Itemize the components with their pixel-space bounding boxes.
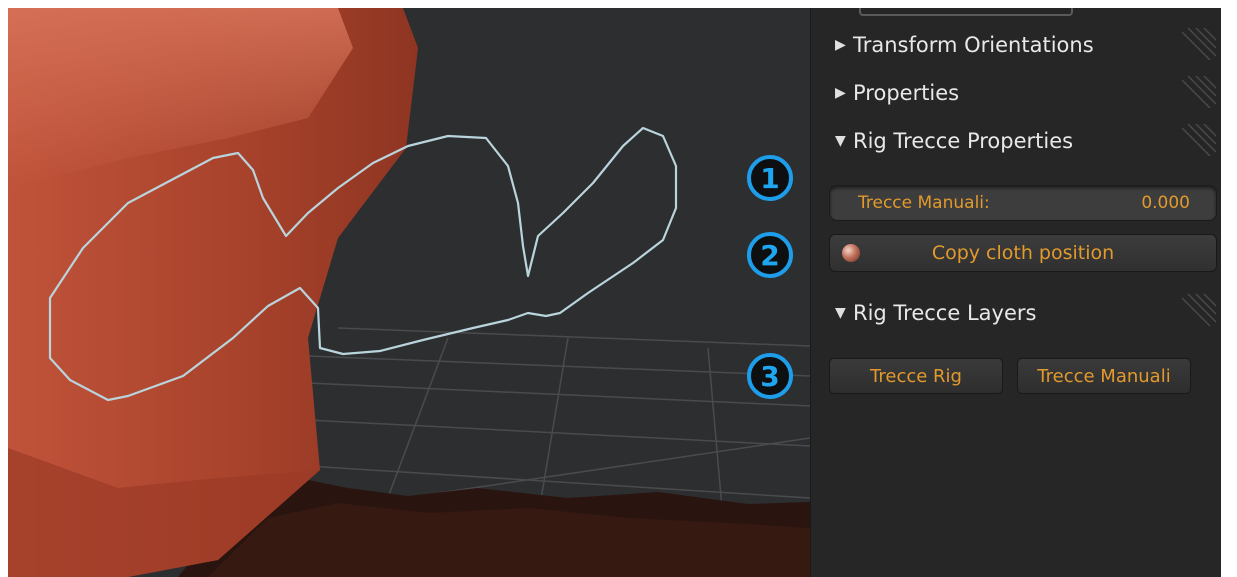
- section-properties[interactable]: ▶ Properties: [835, 78, 959, 108]
- tool-shelf-panel: ▶ Transform Orientations ▶ Properties ▼ …: [810, 8, 1221, 577]
- button-label: Trecce Rig: [870, 365, 962, 387]
- callout-badge-3: 3: [747, 353, 793, 399]
- collapsed-triangle-icon: ▶: [835, 85, 846, 101]
- material-sphere-icon: [842, 244, 860, 262]
- callout-badge-2: 2: [747, 232, 793, 278]
- panel-drag-grip-icon[interactable]: [1182, 294, 1216, 326]
- section-label: Properties: [853, 81, 960, 105]
- callout-badge-1: 1: [747, 155, 793, 201]
- expanded-triangle-icon: ▼: [835, 133, 846, 149]
- copy-cloth-position-button[interactable]: Copy cloth position: [829, 234, 1217, 272]
- section-rig-trecce-properties[interactable]: ▼ Rig Trecce Properties: [835, 126, 1073, 156]
- badge-number: 3: [760, 359, 780, 393]
- expanded-triangle-icon: ▼: [835, 305, 846, 321]
- layer-button-trecce-rig[interactable]: Trecce Rig: [829, 358, 1003, 394]
- section-label: Rig Trecce Properties: [853, 129, 1074, 153]
- panel-drag-grip-icon[interactable]: [1182, 124, 1216, 156]
- section-rig-trecce-layers[interactable]: ▼ Rig Trecce Layers: [835, 298, 1036, 328]
- badge-number: 2: [760, 238, 780, 272]
- slider-label: Trecce Manuali:: [858, 193, 990, 213]
- collapsed-triangle-icon: ▶: [835, 37, 846, 53]
- panel-drag-grip-icon[interactable]: [1182, 28, 1216, 60]
- badge-number: 1: [760, 161, 780, 195]
- cut-off-header-element: [859, 8, 1073, 16]
- layer-button-trecce-manuali[interactable]: Trecce Manuali: [1017, 358, 1191, 394]
- trecce-manuali-slider[interactable]: Trecce Manuali: 0.000: [829, 185, 1217, 221]
- section-transform-orientations[interactable]: ▶ Transform Orientations: [835, 30, 1094, 60]
- button-label: Copy cloth position: [931, 242, 1115, 264]
- button-label: Trecce Manuali: [1037, 365, 1171, 387]
- section-label: Transform Orientations: [853, 33, 1094, 57]
- 3d-viewport[interactable]: [8, 8, 810, 577]
- viewport-scene: [8, 8, 810, 577]
- panel-drag-grip-icon[interactable]: [1182, 76, 1216, 108]
- section-label: Rig Trecce Layers: [853, 301, 1037, 325]
- slider-value: 0.000: [1141, 193, 1190, 213]
- blender-window: ▶ Transform Orientations ▶ Properties ▼ …: [8, 8, 1221, 577]
